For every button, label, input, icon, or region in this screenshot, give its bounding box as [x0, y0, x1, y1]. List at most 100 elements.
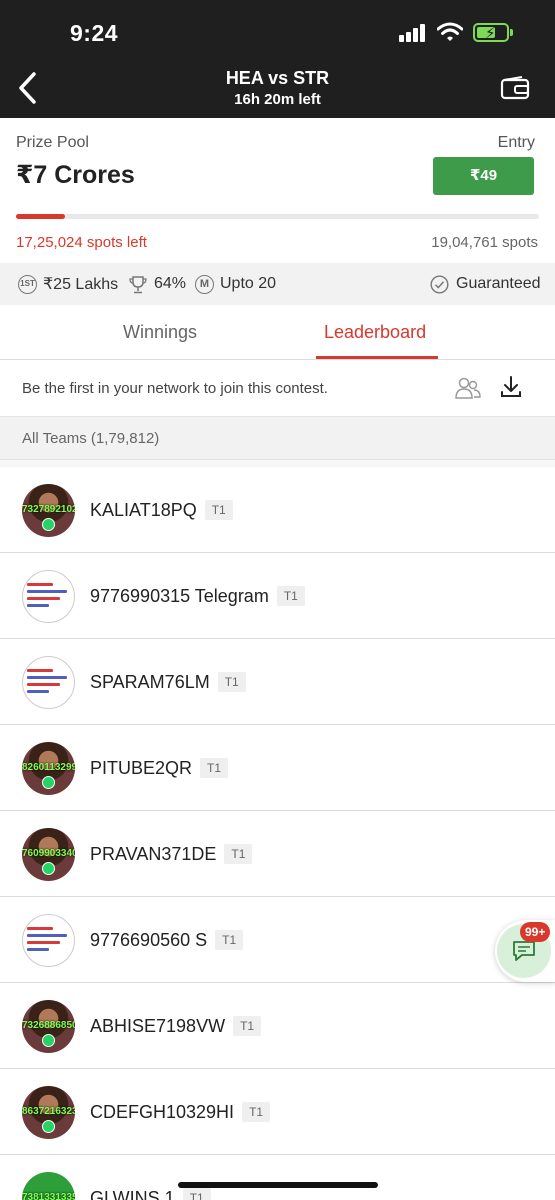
all-teams-header: All Teams (1,79,812)	[0, 417, 555, 459]
team-tag-badge: T1	[224, 844, 253, 864]
team-avatar	[22, 914, 75, 967]
promo-graphic	[27, 923, 71, 955]
people-icon[interactable]	[455, 376, 481, 400]
first-rank-icon: 1ST	[18, 274, 37, 294]
chat-unread-badge: 99+	[520, 922, 551, 942]
leaderboard-row[interactable]: 9776990315 Telegram T1	[0, 553, 555, 639]
wallet-icon[interactable]	[500, 76, 530, 100]
entry-fee-button[interactable]: ₹49	[433, 157, 534, 195]
match-title: HEA vs STR	[225, 68, 330, 88]
team-avatar: 8637216323	[22, 1086, 75, 1139]
leaderboard-row[interactable]: 8260113299 PITUBE2QR T1	[0, 725, 555, 811]
team-tag-badge: T1	[233, 1016, 262, 1036]
team-avatar: 7327892102	[22, 484, 75, 537]
tab-leaderboard[interactable]: Leaderboard	[324, 305, 426, 360]
avatar-phone-text: 7609903340	[22, 848, 75, 859]
team-name-wrap: KALIAT18PQ T1	[90, 500, 233, 521]
team-tag-badge: T1	[215, 930, 244, 950]
download-icon[interactable]	[500, 375, 522, 399]
team-tag-badge: T1	[182, 1188, 211, 1200]
avatar-phone-text: 7326886850	[22, 1020, 75, 1031]
win-percent-info[interactable]: 64%	[129, 263, 186, 305]
chat-icon	[513, 941, 535, 961]
team-tag-badge: T1	[217, 672, 246, 692]
max-teams-info[interactable]: M Upto 20	[195, 263, 276, 305]
entry-label: Entry	[497, 134, 535, 151]
avatar-phone-text: 8637216323	[22, 1106, 75, 1117]
whatsapp-icon	[42, 518, 55, 531]
win-percent-value: 64%	[154, 275, 187, 292]
status-time: 9:24	[70, 20, 119, 46]
team-name: SPARAM76LM	[90, 672, 210, 692]
team-name: ABHISE7198VW	[90, 1016, 226, 1036]
guaranteed-label: Guaranteed	[456, 275, 541, 292]
avatar-phone-text: 7327892102	[22, 504, 75, 515]
team-name-wrap: PRAVAN371DE T1	[90, 844, 253, 865]
team-name-wrap: 9776690560 S T1	[90, 930, 244, 951]
whatsapp-icon	[42, 1034, 55, 1047]
team-avatar: 8260113299	[22, 742, 75, 795]
leaderboard-row[interactable]: 8637216323 CDEFGH10329HI T1	[0, 1069, 555, 1155]
home-indicator	[178, 1182, 378, 1188]
team-name: 9776990315 Telegram	[90, 586, 269, 606]
team-tag-badge: T1	[242, 1102, 271, 1122]
network-message: Be the first in your network to join thi…	[22, 380, 328, 397]
battery-icon: ⚡	[473, 23, 509, 42]
whatsapp-icon	[42, 776, 55, 789]
chat-button[interactable]: 99+	[495, 920, 555, 982]
team-list: 7327892102 KALIAT18PQ T1 9776990315 Telegra…	[0, 467, 555, 1200]
team-tag-badge: T1	[276, 586, 305, 606]
leaderboard-row[interactable]: 7326886850 ABHISE7198VW T1	[0, 983, 555, 1069]
time-left: 16h 20m left	[234, 91, 321, 108]
first-prize-info[interactable]: 1ST ₹25 Lakhs	[18, 263, 118, 305]
team-name-wrap: PITUBE2QR T1	[90, 758, 229, 779]
whatsapp-icon	[42, 862, 55, 875]
team-name-wrap: ABHISE7198VW T1	[90, 1016, 262, 1037]
guaranteed-info[interactable]: Guaranteed	[430, 263, 541, 305]
leaderboard-row[interactable]: SPARAM76LM T1	[0, 639, 555, 725]
leaderboard-row[interactable]: 9776690560 S T1	[0, 897, 555, 983]
leaderboard-row[interactable]: 7609903340 PRAVAN371DE T1	[0, 811, 555, 897]
avatar-phone-text: 7381331335	[22, 1192, 75, 1200]
whatsapp-icon	[42, 1120, 55, 1133]
prize-pool-value: ₹7 Crores	[16, 161, 135, 189]
spots-progress-fill	[16, 214, 66, 219]
trophy-icon	[129, 275, 147, 293]
contest-tabs: Winnings Leaderboard	[0, 305, 555, 360]
team-name: PITUBE2QR	[90, 758, 193, 778]
promo-graphic	[27, 579, 71, 611]
max-teams-value: Upto 20	[220, 275, 277, 292]
prize-section: Prize Pool ₹7 Crores Entry ₹49 17,25,024…	[0, 118, 555, 263]
spots-left: 17,25,024 spots left	[16, 234, 147, 251]
status-bar: 9:24 ⚡	[0, 0, 555, 62]
team-avatar	[22, 570, 75, 623]
leaderboard-row[interactable]: 7327892102 KALIAT18PQ T1	[0, 467, 555, 553]
promo-graphic	[27, 665, 71, 697]
list-divider	[0, 459, 555, 467]
active-tab-indicator	[316, 356, 438, 359]
first-prize-value: ₹25 Lakhs	[43, 276, 119, 293]
prize-pool-label: Prize Pool	[16, 134, 89, 151]
network-banner: Be the first in your network to join thi…	[0, 360, 555, 417]
team-avatar: 7326886850	[22, 1000, 75, 1053]
check-circle-icon	[430, 274, 449, 294]
team-tag-badge: T1	[204, 500, 233, 520]
team-name: 9776690560 S	[90, 930, 208, 950]
signal-icon	[399, 24, 429, 42]
avatar-phone-text: 8260113299	[22, 762, 75, 773]
team-avatar	[22, 656, 75, 709]
wifi-icon	[437, 22, 463, 41]
team-avatar: 7381331335	[22, 1172, 75, 1200]
team-name: CDEFGH10329HI	[90, 1102, 235, 1122]
team-name: GLWINS 1	[90, 1188, 175, 1200]
tab-winnings[interactable]: Winnings	[123, 305, 197, 360]
battery-tip	[510, 29, 513, 36]
spots-total: 19,04,761 spots	[431, 234, 538, 251]
team-name: KALIAT18PQ	[90, 500, 197, 520]
team-name-wrap: CDEFGH10329HI T1	[90, 1102, 271, 1123]
team-name-wrap: SPARAM76LM T1	[90, 672, 246, 693]
team-tag-badge: T1	[200, 758, 229, 778]
team-name: PRAVAN371DE	[90, 844, 217, 864]
leaderboard-row[interactable]: 7381331335 GLWINS 1 T1	[0, 1155, 555, 1200]
team-name-wrap: 9776990315 Telegram T1	[90, 586, 305, 607]
